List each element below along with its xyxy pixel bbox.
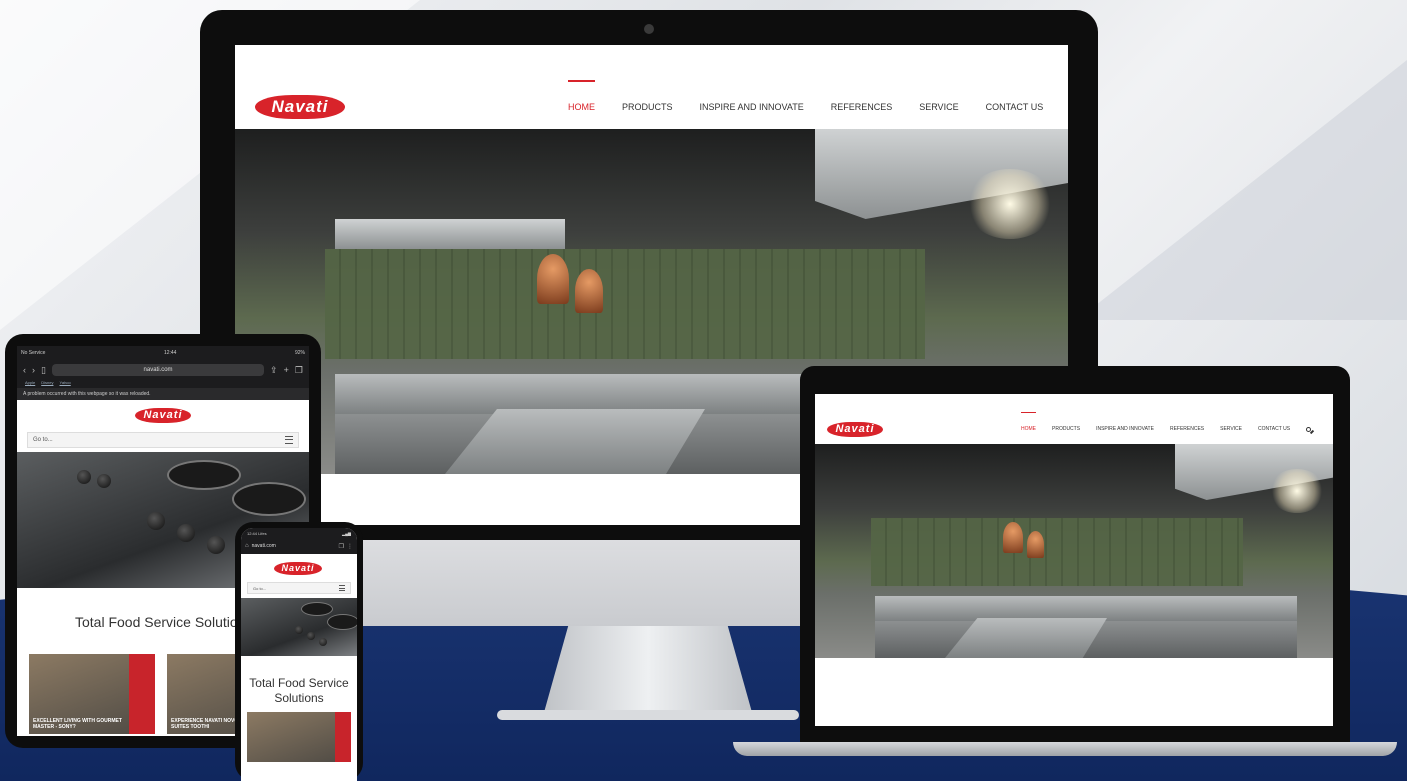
nav-service[interactable]: SERVICE [1220,426,1242,432]
site-header: Navati [241,554,357,582]
favorite-link[interactable]: Disney [41,380,53,388]
nav-products[interactable]: PRODUCTS [622,102,673,112]
mobile-menu-select[interactable]: Go to... [27,432,299,448]
nav-references[interactable]: REFERENCES [1170,426,1204,432]
menu-placeholder: Go to... [33,437,53,443]
laptop-screen: Navati HOME PRODUCTS INSPIRE AND INNOVAT… [815,394,1333,726]
smartphone: 12:44 Lifes ▂▄▆ ⌂ navati.com ❐ ⋮ Navati … [235,522,363,781]
back-icon[interactable]: ‹ [23,365,26,375]
hotplate [232,482,306,516]
stove-knob [77,470,91,484]
green-tile-wall [871,518,1243,586]
clock: 12:44 Lifes [247,530,267,536]
site-header: Navati HOME PRODUCTS INSPIRE AND INNOVAT… [815,394,1333,444]
laptop: Navati HOME PRODUCTS INSPIRE AND INNOVAT… [800,366,1350,746]
url-text[interactable]: navati.com [252,543,336,549]
nav-contact-us[interactable]: CONTACT US [1258,426,1290,432]
nav-references[interactable]: REFERENCES [831,102,893,112]
reference-card[interactable]: EXCELLENT LIVING WITH GOURMET MASTER - S… [29,654,155,734]
webcam [644,24,654,34]
forward-icon[interactable]: › [32,365,35,375]
address-bar[interactable]: navati.com [51,364,265,376]
favorites-bar: Apple Disney Yahoo [17,380,309,388]
stove-knob [177,524,195,542]
navati-logo[interactable]: Navati [274,562,322,575]
heat-lamp [1027,531,1044,558]
more-icon[interactable]: ⋮ [347,543,353,550]
bookmarks-icon[interactable]: ▯ [41,365,46,376]
tabs-icon[interactable]: ❐ [339,543,344,550]
main-nav: HOME PRODUCTS INSPIRE AND INNOVATE REFER… [1021,412,1312,432]
reload-warning: A problem occurred with this webpage so … [17,388,309,400]
carrier-status: No Service [21,350,46,356]
green-tile-wall [325,249,925,359]
main-nav: HOME PRODUCTS INSPIRE AND INNOVATE REFER… [568,80,1068,112]
nav-home[interactable]: HOME [568,80,595,112]
heat-lamp [1003,522,1023,553]
stove-knob [319,638,327,646]
reference-card[interactable] [247,712,351,762]
counter-top [875,596,1297,621]
tabs-icon[interactable]: ❐ [295,365,303,376]
laptop-base [733,742,1397,756]
stove-knob [295,626,303,634]
new-tab-icon[interactable]: + [284,365,289,375]
red-banner [129,654,155,734]
navati-logo[interactable]: Navati [827,422,883,437]
ceiling-light [1269,469,1325,513]
browser-toolbar: ‹ › ▯ navati.com ⇪ + ❐ [17,360,309,380]
nav-products[interactable]: PRODUCTS [1052,426,1080,432]
search-icon[interactable] [1306,426,1312,432]
hotplate [301,602,333,616]
heat-lamp [575,269,603,313]
favorite-link[interactable]: Yahoo [59,380,70,388]
exhaust-hood [335,219,565,249]
background-facet [1077,60,1407,320]
clock: 12:44 [163,350,177,356]
mobile-menu-select[interactable]: Go to... [247,582,351,594]
nav-contact-us[interactable]: CONTACT US [986,102,1044,112]
hotplate [167,460,241,490]
nav-home[interactable]: HOME [1021,412,1036,432]
stove-knob [97,474,111,488]
reload-warning-text: A problem occurred with this webpage so … [23,391,151,397]
nav-service[interactable]: SERVICE [919,102,958,112]
status-bar: No Service 12:44 92% [17,346,309,360]
monitor-stand [543,626,753,716]
navati-logo[interactable]: Navati [255,95,345,119]
navati-logo[interactable]: Navati [135,408,191,423]
heading-line-1: Total Food Service [249,676,349,690]
status-bar: 12:44 Lifes ▂▄▆ [241,528,357,538]
stove-knob [307,632,315,640]
hotplate [327,614,357,630]
nav-inspire-and-innovate[interactable]: INSPIRE AND INNOVATE [700,102,804,112]
hamburger-icon [285,436,293,444]
site-header: Navati [17,400,309,432]
red-banner [335,712,351,762]
signal-icon: ▂▄▆ [342,530,351,536]
share-icon[interactable]: ⇪ [270,365,278,376]
hamburger-icon [339,585,345,591]
section-heading: Total Food Service Solutions [241,676,357,706]
browser-toolbar: ⌂ navati.com ❐ ⋮ [241,538,357,554]
battery-status: 92% [294,350,305,356]
home-icon[interactable]: ⌂ [245,543,249,549]
favorite-link[interactable]: Apple [25,380,35,388]
heat-lamp [537,254,569,304]
card-caption: EXCELLENT LIVING WITH GOURMET MASTER - S… [33,718,122,730]
hero-kitchen-image [815,444,1333,658]
url-text: navati.com [143,367,173,373]
menu-placeholder: Go to... [253,585,267,591]
nav-inspire-and-innovate[interactable]: INSPIRE AND INNOVATE [1096,426,1154,432]
heading-line-2: Solutions [274,691,324,705]
stove-knob [147,512,165,530]
monitor-stand-base [497,710,799,720]
hero-stove-image [241,598,357,656]
ceiling-light [965,169,1055,239]
site-header: Navati HOME PRODUCTS INSPIRE AND INNOVAT… [235,45,1068,129]
stove-knob [207,536,225,554]
phone-screen: 12:44 Lifes ▂▄▆ ⌂ navati.com ❐ ⋮ Navati … [241,528,357,781]
